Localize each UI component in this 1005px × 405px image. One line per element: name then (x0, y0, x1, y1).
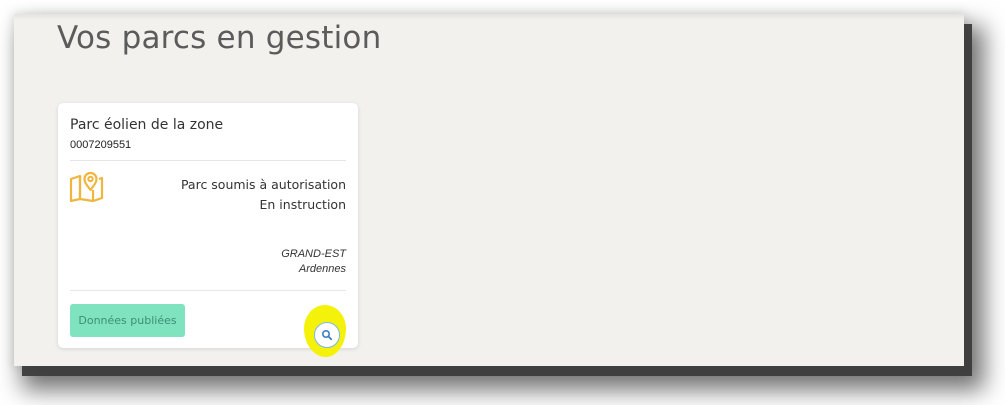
page-title: Vos parcs en gestion (57, 20, 382, 56)
park-department: Ardennes (298, 263, 346, 275)
park-card: Parc éolien de la zone 0007209551 Parc s… (58, 103, 358, 357)
park-code: 0007209551 (70, 139, 132, 151)
card-divider-top (70, 160, 346, 161)
view-details-button[interactable] (314, 322, 340, 348)
screenshot-frame: Vos parcs en gestion Parc éolien de la z… (14, 14, 964, 366)
card-divider-bottom (70, 290, 346, 291)
magnifier-icon (321, 329, 333, 341)
published-data-button[interactable]: Données publiées (70, 304, 185, 337)
park-status-state: En instruction (259, 197, 346, 212)
park-name: Parc éolien de la zone (70, 117, 224, 133)
park-region: GRAND-EST (281, 248, 346, 260)
map-pin-icon (69, 171, 104, 202)
park-status-type: Parc soumis à autorisation (180, 177, 346, 192)
